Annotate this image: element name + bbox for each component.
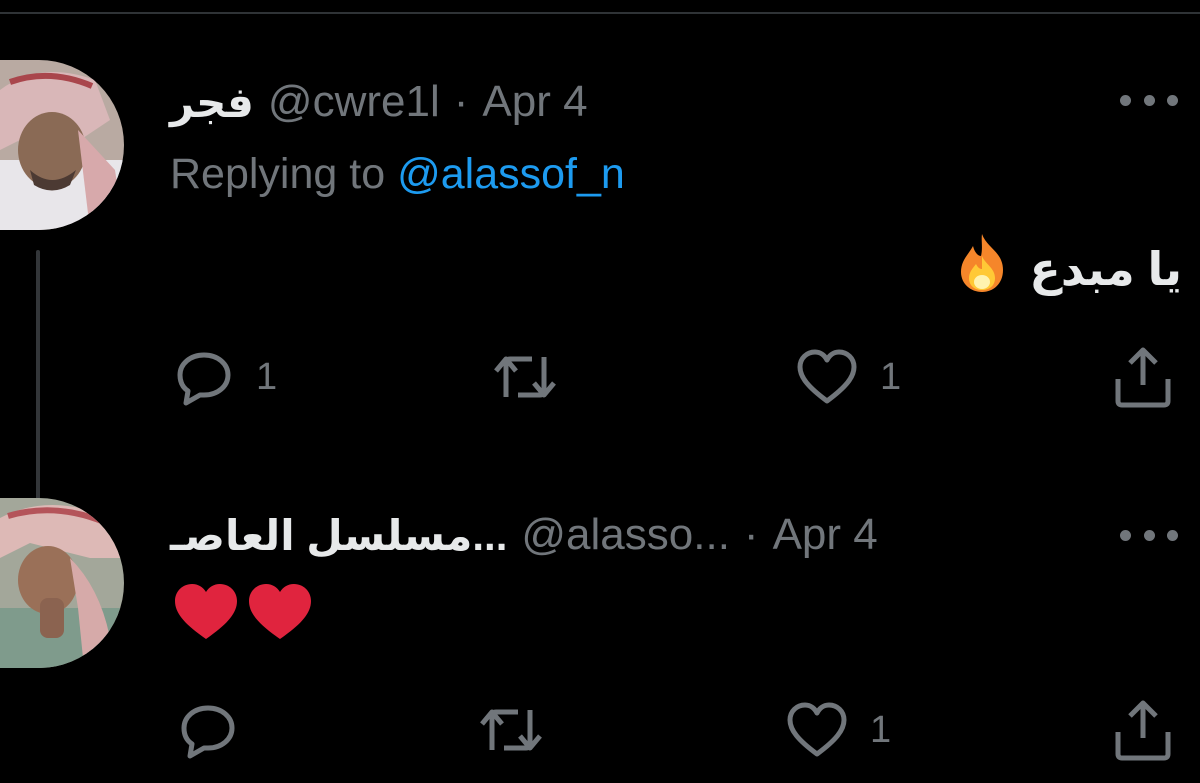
tweet-thread: فجر @cwre1l · Apr 4 Replying to @alassof… bbox=[0, 0, 1200, 783]
share-icon bbox=[1115, 347, 1171, 408]
red-heart-emoji bbox=[175, 584, 237, 639]
retweet-icon bbox=[494, 356, 556, 398]
tweet-header: فجر @cwre1l · Apr 4 bbox=[170, 74, 588, 130]
avatar[interactable] bbox=[0, 498, 124, 668]
separator: · bbox=[743, 510, 759, 559]
share-icon bbox=[1115, 700, 1171, 761]
reply-icon bbox=[177, 352, 231, 406]
like-button[interactable]: 1 bbox=[796, 342, 901, 412]
timestamp[interactable]: Apr 4 bbox=[773, 510, 878, 560]
tweet-text bbox=[172, 581, 314, 643]
more-icon[interactable] bbox=[1120, 90, 1178, 110]
red-heart-emoji bbox=[249, 584, 311, 639]
share-button[interactable] bbox=[1112, 695, 1174, 765]
handle[interactable]: @cwre1l bbox=[268, 77, 440, 127]
more-icon[interactable] bbox=[1120, 525, 1178, 545]
handle[interactable]: @alasso... bbox=[521, 510, 730, 560]
tweet-actions: 1 bbox=[0, 695, 1200, 765]
reply-icon bbox=[181, 705, 235, 759]
retweet-button[interactable] bbox=[478, 695, 566, 765]
tweet[interactable]: فجر @cwre1l · Apr 4 Replying to @alassof… bbox=[0, 60, 1200, 540]
replying-label: Replying to bbox=[170, 150, 398, 198]
reply-count: 1 bbox=[256, 355, 278, 398]
tweet-header: مسلسل العاصـ... @alasso... · Apr 4 bbox=[170, 507, 878, 563]
display-name[interactable]: فجر bbox=[170, 78, 254, 127]
like-icon bbox=[787, 702, 847, 757]
reply-button[interactable] bbox=[178, 695, 260, 765]
like-count: 1 bbox=[870, 708, 892, 751]
separator: · bbox=[453, 77, 469, 126]
share-button[interactable] bbox=[1112, 342, 1174, 412]
like-button[interactable]: 1 bbox=[786, 695, 891, 765]
tweet-text: يا مبدع bbox=[951, 232, 1182, 305]
mention-link[interactable]: @alassof_n bbox=[397, 150, 625, 198]
like-count: 1 bbox=[880, 355, 902, 398]
retweet-icon bbox=[480, 709, 542, 751]
reply-button[interactable]: 1 bbox=[174, 342, 277, 412]
display-name[interactable]: مسلسل العاصـ... bbox=[170, 511, 507, 560]
timestamp[interactable]: Apr 4 bbox=[482, 77, 587, 127]
avatar[interactable] bbox=[0, 60, 124, 230]
tweet[interactable]: مسلسل العاصـ... @alasso... · Apr 4 1 bbox=[0, 495, 1200, 783]
top-divider bbox=[0, 0, 1200, 14]
retweet-button[interactable] bbox=[492, 342, 580, 412]
tweet-actions: 1 1 bbox=[0, 342, 1200, 412]
replying-to: Replying to @alassof_n bbox=[170, 150, 625, 199]
like-icon bbox=[797, 349, 857, 404]
tweet-text-content: يا مبدع bbox=[1029, 242, 1182, 295]
fire-emoji bbox=[951, 232, 1013, 305]
